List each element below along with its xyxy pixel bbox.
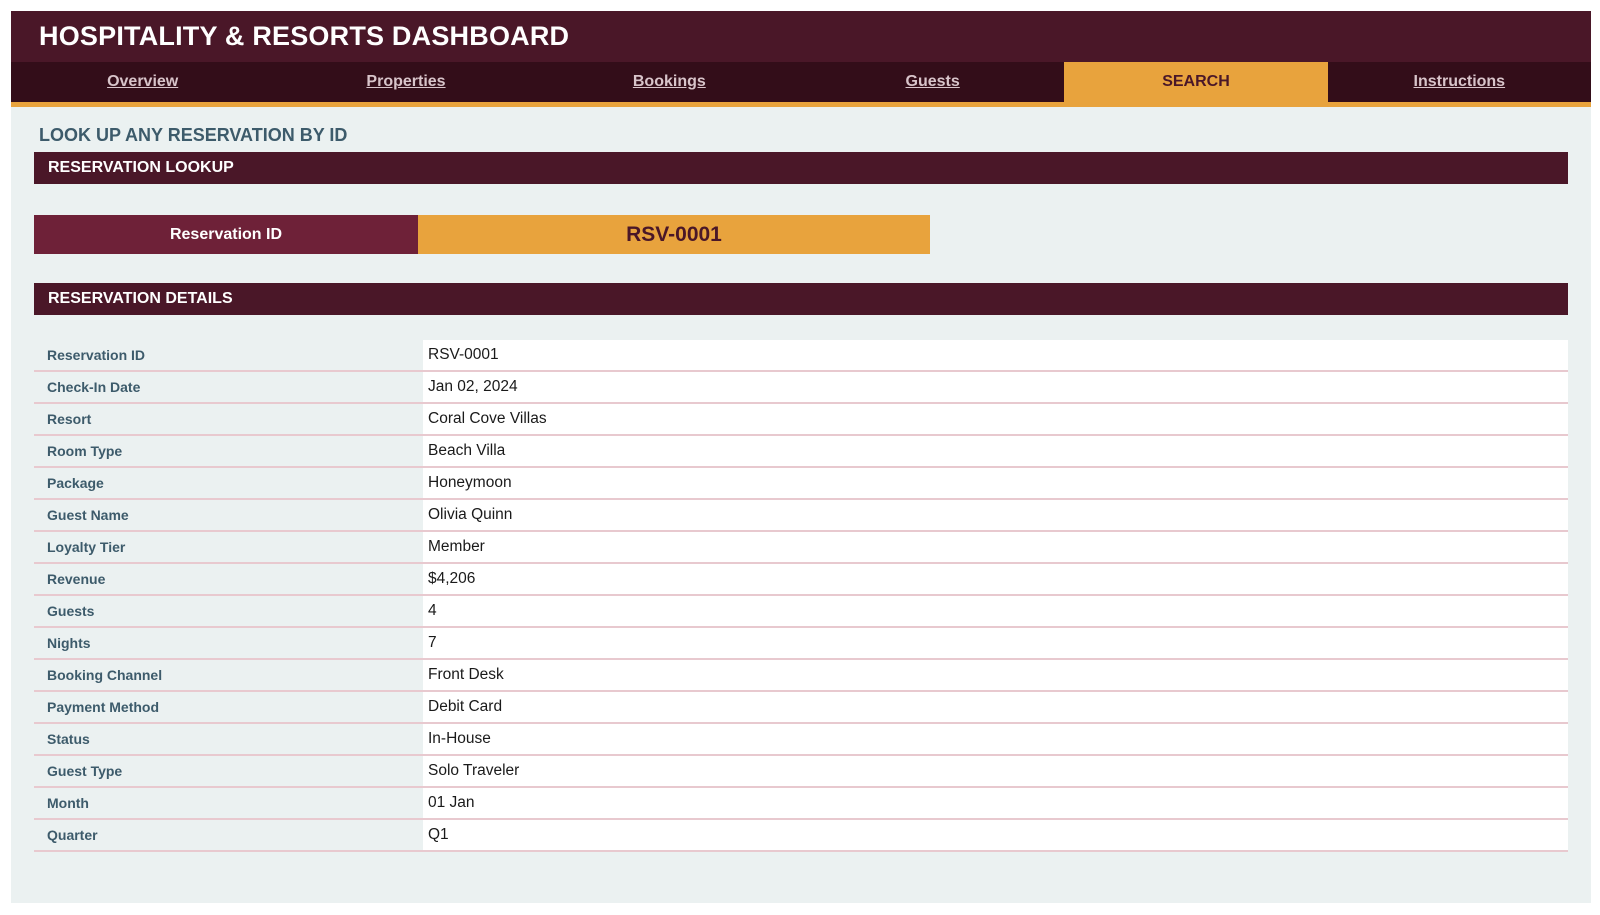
dashboard-title: HOSPITALITY & RESORTS DASHBOARD <box>39 21 570 51</box>
tab-bookings[interactable]: Bookings <box>538 62 801 102</box>
detail-value: In-House <box>423 723 1568 756</box>
table-row: Check-In Date Jan 02, 2024 <box>34 371 1568 404</box>
detail-value: 7 <box>423 627 1568 660</box>
tab-properties[interactable]: Properties <box>274 62 537 102</box>
detail-label: Resort <box>34 403 423 436</box>
table-row: Loyalty Tier Member <box>34 531 1568 564</box>
table-row: Guest Type Solo Traveler <box>34 755 1568 788</box>
tab-overview[interactable]: Overview <box>11 62 274 102</box>
table-row: Reservation ID RSV-0001 <box>34 340 1568 372</box>
detail-value: Solo Traveler <box>423 755 1568 788</box>
table-row: Room Type Beach Villa <box>34 435 1568 468</box>
detail-label: Loyalty Tier <box>34 531 423 564</box>
table-row: Guests 4 <box>34 595 1568 628</box>
table-row: Nights 7 <box>34 627 1568 660</box>
detail-value: Jan 02, 2024 <box>423 371 1568 404</box>
table-row: Revenue $4,206 <box>34 563 1568 596</box>
detail-label: Nights <box>34 627 423 660</box>
table-row: Status In-House <box>34 723 1568 756</box>
table-row: Booking Channel Front Desk <box>34 659 1568 692</box>
reservation-details-table: Reservation ID RSV-0001 Check-In Date Ja… <box>34 340 1568 852</box>
detail-label: Status <box>34 723 423 756</box>
tab-guests[interactable]: Guests <box>801 62 1064 102</box>
page-subtitle: LOOK UP ANY RESERVATION BY ID <box>39 125 348 145</box>
detail-label: Guests <box>34 595 423 628</box>
detail-value: 4 <box>423 595 1568 628</box>
table-row: Package Honeymoon <box>34 467 1568 500</box>
detail-value: 01 Jan <box>423 787 1568 820</box>
detail-label: Quarter <box>34 819 423 852</box>
detail-value: Beach Villa <box>423 435 1568 468</box>
detail-label: Revenue <box>34 563 423 596</box>
detail-value: Debit Card <box>423 691 1568 724</box>
detail-label: Booking Channel <box>34 659 423 692</box>
table-row: Guest Name Olivia Quinn <box>34 499 1568 532</box>
detail-value: Olivia Quinn <box>423 499 1568 532</box>
lookup-section-header: RESERVATION LOOKUP <box>34 152 1568 184</box>
tab-search[interactable]: SEARCH <box>1064 62 1328 102</box>
detail-label: Package <box>34 467 423 500</box>
dashboard-frame: HOSPITALITY & RESORTS DASHBOARD Overview… <box>11 11 1591 903</box>
detail-label: Room Type <box>34 435 423 468</box>
reservation-id-label: Reservation ID <box>34 215 418 254</box>
tab-instructions[interactable]: Instructions <box>1328 62 1591 102</box>
table-row: Resort Coral Cove Villas <box>34 403 1568 436</box>
detail-label: Guest Name <box>34 499 423 532</box>
detail-value: Member <box>423 531 1568 564</box>
detail-value: Honeymoon <box>423 467 1568 500</box>
search-content: LOOK UP ANY RESERVATION BY ID RESERVATIO… <box>11 107 1591 852</box>
detail-value: Coral Cove Villas <box>423 403 1568 436</box>
details-section-header: RESERVATION DETAILS <box>34 283 1568 315</box>
reservation-id-input[interactable]: RSV-0001 <box>418 215 930 254</box>
detail-value: Front Desk <box>423 659 1568 692</box>
detail-label: Month <box>34 787 423 820</box>
detail-label: Reservation ID <box>34 340 423 372</box>
table-row: Month 01 Jan <box>34 787 1568 820</box>
detail-label: Payment Method <box>34 691 423 724</box>
detail-label: Check-In Date <box>34 371 423 404</box>
detail-label: Guest Type <box>34 755 423 788</box>
table-row: Quarter Q1 <box>34 819 1568 852</box>
table-row: Payment Method Debit Card <box>34 691 1568 724</box>
reservation-lookup: Reservation ID RSV-0001 <box>34 215 930 254</box>
detail-value: $4,206 <box>423 563 1568 596</box>
tab-bar: Overview Properties Bookings Guests SEAR… <box>11 62 1591 107</box>
dashboard-header: HOSPITALITY & RESORTS DASHBOARD <box>11 11 1591 62</box>
detail-value: RSV-0001 <box>423 340 1568 372</box>
detail-value: Q1 <box>423 819 1568 852</box>
